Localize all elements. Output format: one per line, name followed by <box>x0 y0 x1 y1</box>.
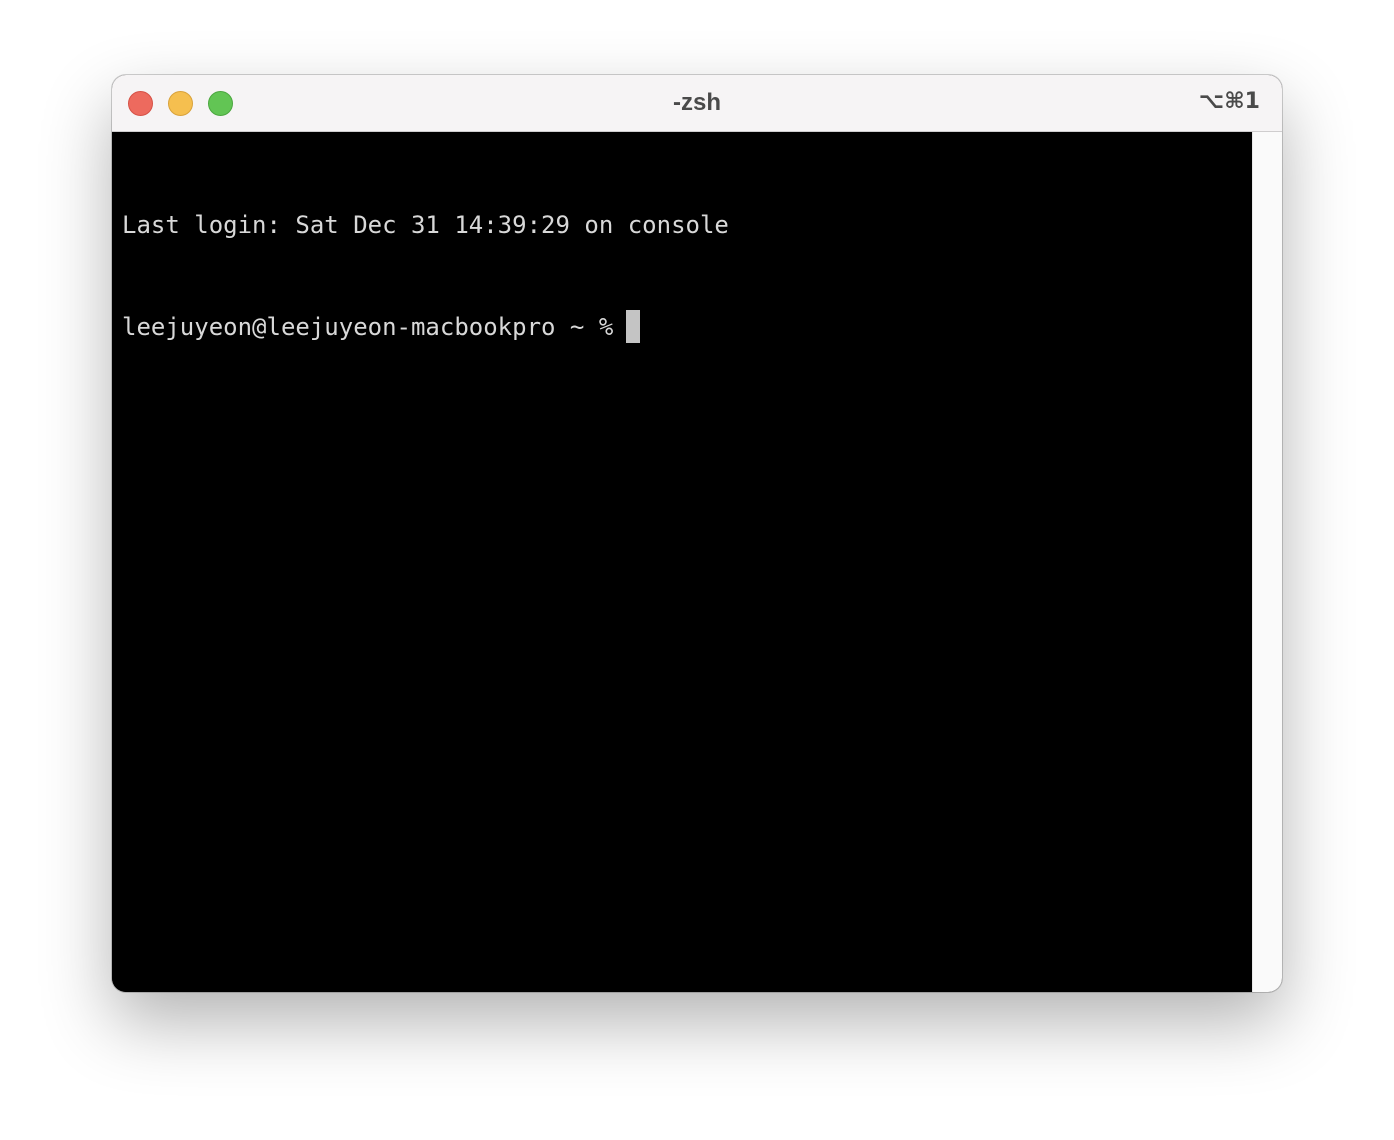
shell-prompt: leejuyeon@leejuyeon-macbookpro ~ % <box>122 313 614 341</box>
window-shortcut: ⌥⌘1 <box>1198 89 1260 114</box>
vertical-scrollbar[interactable] <box>1252 132 1282 992</box>
window-title: -zsh <box>673 89 721 116</box>
last-login-line: Last login: Sat Dec 31 14:39:29 on conso… <box>122 211 729 239</box>
prompt-line: leejuyeon@leejuyeon-macbookpro ~ % <box>122 310 1252 344</box>
text-cursor <box>626 310 641 343</box>
terminal-window: -zsh ⌥⌘1 Last login: Sat Dec 31 14:39:29… <box>112 75 1282 992</box>
terminal-output[interactable]: Last login: Sat Dec 31 14:39:29 on conso… <box>112 132 1252 992</box>
title-bar[interactable]: -zsh ⌥⌘1 <box>112 75 1282 132</box>
